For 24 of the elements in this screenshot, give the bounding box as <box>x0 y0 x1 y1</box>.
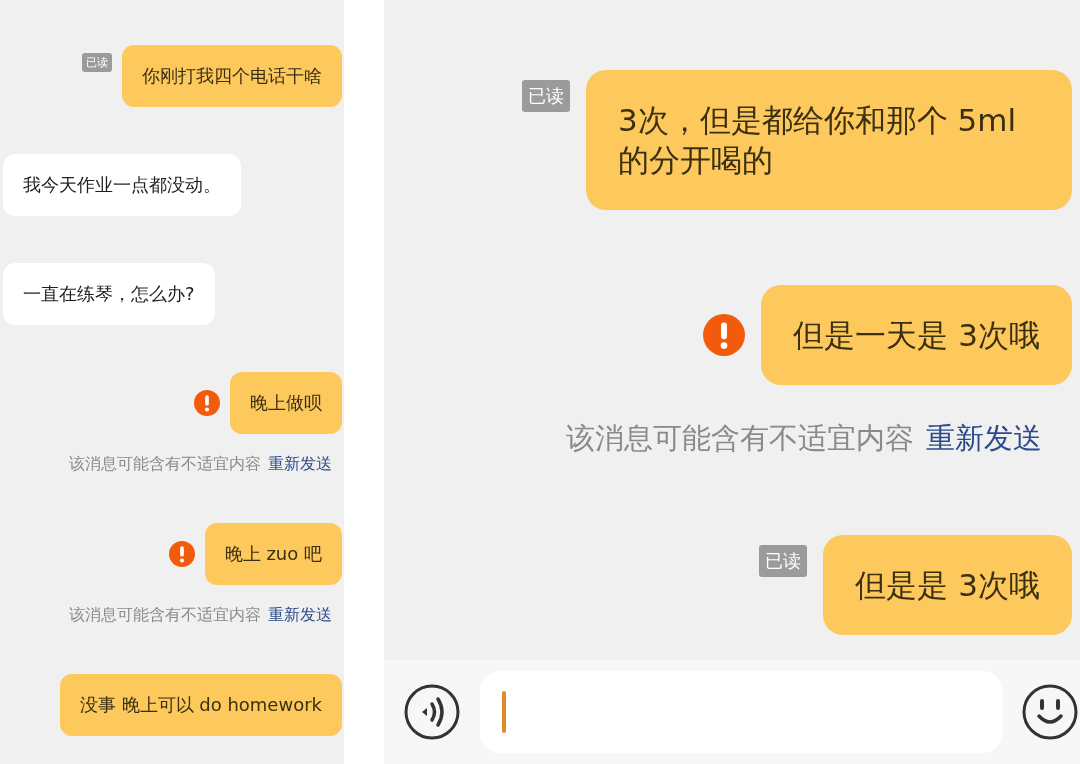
resend-link[interactable]: 重新发送 <box>268 454 332 475</box>
sent-message: 但是一天是 3次哦 <box>761 285 1072 385</box>
received-message: 一直在练琴，怎么办? <box>3 263 215 325</box>
sent-message: 晚上 zuo 吧 <box>204 523 342 585</box>
warning-notice: 该消息可能含有不适宜内容 <box>69 605 261 626</box>
read-receipt: 已读 <box>522 80 570 112</box>
sent-message: 3次，但是都给你和那个 5ml 的分开喝的 <box>586 70 1072 210</box>
warning-icon <box>168 541 195 567</box>
resend-link[interactable]: 重新发送 <box>268 605 332 626</box>
sent-message: 晚上做呗 <box>230 372 342 434</box>
warning-icon <box>703 314 746 356</box>
warning-icon <box>194 390 220 416</box>
sent-message: 没事 晚上可以 do homework <box>59 674 342 736</box>
read-receipt: 已读 <box>759 545 808 577</box>
sent-message: 但是是 3次哦 <box>823 535 1072 635</box>
resend-link[interactable]: 重新发送 <box>926 419 1042 459</box>
received-message: 我今天作业一点都没动。 <box>3 154 241 216</box>
sent-message: 你刚打我四个电话干啥 <box>122 45 342 107</box>
emoji-icon[interactable] <box>1022 684 1078 740</box>
voice-icon[interactable] <box>404 684 460 740</box>
warning-notice: 该消息可能含有不适宜内容 <box>69 454 261 475</box>
message-input[interactable] <box>480 671 1002 753</box>
warning-notice: 该消息可能含有不适宜内容 <box>566 420 914 457</box>
read-receipt: 已读 <box>82 53 112 72</box>
